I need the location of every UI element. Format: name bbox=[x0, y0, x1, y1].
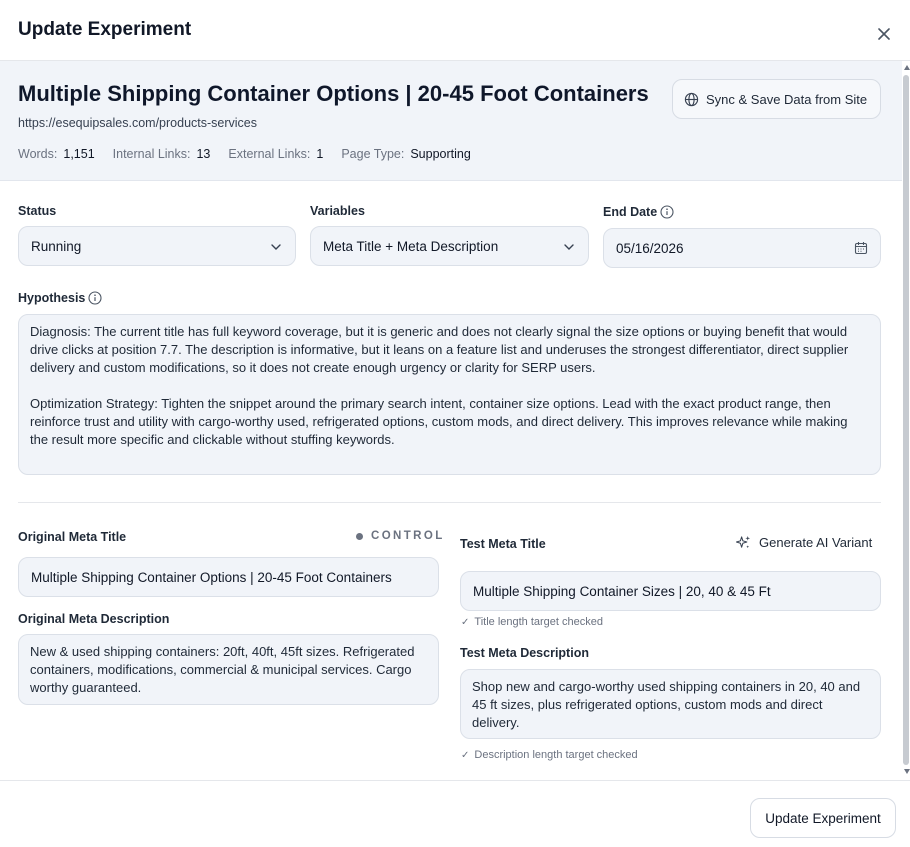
test-meta-description-label: Test Meta Description bbox=[460, 646, 589, 660]
dialog-footer: Update Experiment bbox=[0, 780, 910, 847]
page-url: https://esequipsales.com/products-servic… bbox=[18, 116, 257, 130]
test-meta-description-field[interactable]: Shop new and cargo-worthy used shipping … bbox=[460, 669, 881, 739]
status-value: Running bbox=[31, 238, 82, 254]
variables-select[interactable]: Meta Title + Meta Description bbox=[310, 226, 589, 266]
test-meta-title-value: Multiple Shipping Container Sizes | 20, … bbox=[473, 583, 771, 599]
generate-ai-variant-label: Generate AI Variant bbox=[759, 535, 873, 550]
description-length-check-text: Description length target checked bbox=[474, 749, 638, 761]
page-stats: Words: 1,151 Internal Links: 13 External L… bbox=[18, 147, 489, 161]
original-meta-title-field[interactable]: Multiple Shipping Container Options | 20… bbox=[18, 557, 439, 597]
original-meta-description-label: Original Meta Description bbox=[18, 612, 170, 626]
description-length-check: ✓ Description length target checked bbox=[461, 749, 638, 761]
update-experiment-button[interactable]: Update Experiment bbox=[750, 798, 896, 838]
chevron-down-icon bbox=[271, 244, 281, 250]
control-dot-icon bbox=[356, 532, 363, 540]
dialog-header: Update Experiment bbox=[0, 0, 910, 61]
status-select[interactable]: Running bbox=[18, 226, 296, 266]
sparkles-icon bbox=[736, 535, 751, 549]
info-icon[interactable] bbox=[88, 291, 102, 305]
title-length-check-text: Title length target checked bbox=[474, 616, 604, 628]
calendar-icon[interactable] bbox=[854, 241, 868, 255]
status-label: Status bbox=[18, 204, 57, 218]
end-date-input[interactable]: 05/16/2026 bbox=[603, 228, 881, 268]
stat-external-links: External Links: 1 bbox=[228, 147, 324, 161]
variables-label: Variables bbox=[310, 204, 365, 218]
scroll-down-icon[interactable] bbox=[904, 769, 910, 774]
stat-page-type: Page Type: Supporting bbox=[341, 147, 471, 161]
stat-words: Words: 1,151 bbox=[18, 147, 95, 161]
control-badge: CONTROL bbox=[356, 530, 445, 542]
page-title: Multiple Shipping Container Options | 20… bbox=[18, 81, 649, 106]
chevron-down-icon bbox=[564, 244, 574, 250]
title-length-check: ✓ Title length target checked bbox=[461, 616, 603, 628]
generate-ai-variant-button[interactable]: Generate AI Variant bbox=[736, 535, 872, 550]
stat-internal-links: Internal Links: 13 bbox=[112, 147, 211, 161]
globe-icon bbox=[684, 92, 699, 106]
sync-save-label: Sync & Save Data from Site bbox=[706, 91, 868, 107]
dialog-title: Update Experiment bbox=[18, 19, 192, 40]
end-date-value: 05/16/2026 bbox=[616, 240, 684, 256]
test-meta-title-label: Test Meta Title bbox=[460, 537, 546, 551]
close-icon[interactable] bbox=[874, 24, 894, 44]
info-icon[interactable] bbox=[660, 205, 674, 219]
section-divider bbox=[18, 502, 881, 503]
original-meta-title-label: Original Meta Title bbox=[18, 530, 127, 544]
scroll-up-icon[interactable] bbox=[904, 65, 910, 70]
end-date-label: End Date bbox=[603, 205, 658, 219]
variables-value: Meta Title + Meta Description bbox=[323, 238, 499, 254]
scrollbar-thumb[interactable] bbox=[903, 75, 909, 765]
test-meta-title-field[interactable]: Multiple Shipping Container Sizes | 20, … bbox=[460, 571, 881, 611]
sync-save-button[interactable]: Sync & Save Data from Site bbox=[672, 79, 881, 119]
original-meta-title-value: Multiple Shipping Container Options | 20… bbox=[31, 569, 392, 585]
hypothesis-textarea[interactable]: Diagnosis: The current title has full ke… bbox=[18, 314, 881, 475]
check-icon: ✓ bbox=[461, 749, 470, 761]
check-icon: ✓ bbox=[461, 616, 470, 628]
page-info-panel: Multiple Shipping Container Options | 20… bbox=[0, 61, 902, 181]
control-badge-label: CONTROL bbox=[371, 530, 445, 542]
hypothesis-label: Hypothesis bbox=[18, 291, 86, 305]
original-meta-description-field[interactable]: New & used shipping containers: 20ft, 40… bbox=[18, 634, 439, 705]
scrollbar[interactable] bbox=[902, 61, 910, 779]
